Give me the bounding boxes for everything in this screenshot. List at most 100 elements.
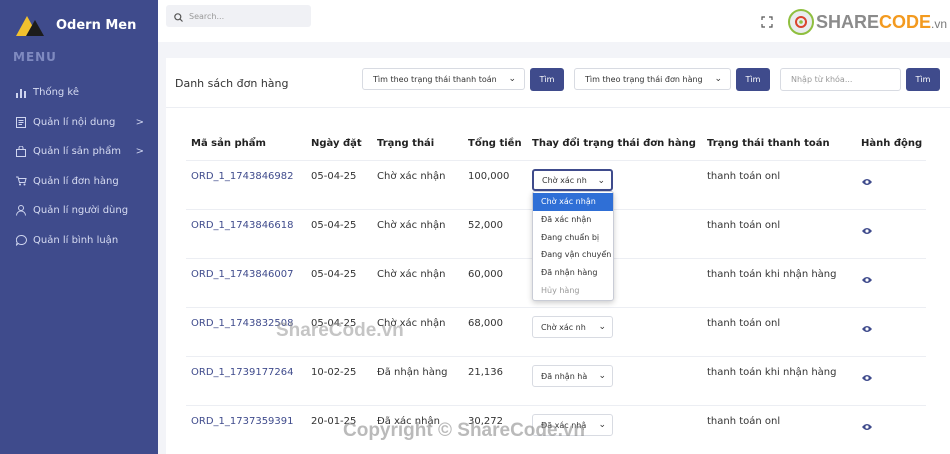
order-date: 05-04-25 xyxy=(311,171,357,182)
order-status: Chờ xác nhận xyxy=(377,318,446,329)
fullscreen-icon[interactable] xyxy=(761,13,773,28)
sharecode-logo-icon xyxy=(788,9,814,35)
sidebar-item-statistics[interactable]: Thống kê xyxy=(0,78,158,108)
order-status-select-value: Chờ xác nh xyxy=(541,322,586,332)
order-date: 05-04-25 xyxy=(311,318,357,329)
payment-status: thanh toán onl xyxy=(707,220,781,231)
cart-icon xyxy=(15,175,27,187)
order-status-filter[interactable]: Tìm theo trạng thái đơn hàng ⌄ xyxy=(574,68,731,90)
order-date: 05-04-25 xyxy=(311,220,357,231)
brand-name: Odern Men xyxy=(56,17,137,33)
sidebar-item-orders[interactable]: Quản lí đơn hàng xyxy=(0,167,158,197)
page-title: Danh sách đơn hàng xyxy=(175,77,289,90)
order-code-link[interactable]: ORD_1_1743846982 xyxy=(191,171,294,182)
sidebar-item-label: Thống kê xyxy=(33,87,80,99)
card-header: Danh sách đơn hàng Tìm theo trạng thái t… xyxy=(166,58,950,108)
brand[interactable]: Odern Men xyxy=(14,12,136,38)
column-header: Tổng tiền xyxy=(468,138,522,149)
dropdown-option: Hủy hàng xyxy=(541,285,580,295)
view-eye-icon[interactable] xyxy=(862,416,872,430)
order-date: 20-01-25 xyxy=(311,416,357,427)
dropdown-option[interactable]: Chờ xác nhận xyxy=(533,193,613,211)
sidebar-item-label: Quản lí đơn hàng xyxy=(33,175,119,187)
orders-card: Danh sách đơn hàng Tìm theo trạng thái t… xyxy=(166,58,950,454)
view-eye-icon[interactable] xyxy=(862,367,872,381)
order-total: 52,000 xyxy=(468,220,503,231)
sharecode-watermark-logo: SHARECODE.vn xyxy=(788,8,947,36)
chevron-right-icon: > xyxy=(135,146,144,157)
watermark-share: SHARE xyxy=(816,11,880,32)
chevron-down-icon: ⌄ xyxy=(595,322,606,332)
sidebar: Odern Men MENU Thống kê Quản lí nội dung… xyxy=(0,0,158,454)
chevron-down-icon: ⌄ xyxy=(714,74,722,84)
payment-status: thanh toán onl xyxy=(707,171,781,182)
column-header: Thay đổi trạng thái đơn hàng xyxy=(532,138,696,149)
payment-status: thanh toán onl xyxy=(707,416,781,427)
topbar: SHARECODE.vn xyxy=(158,0,950,42)
sidebar-item-comments[interactable]: Quản lí bình luận xyxy=(0,226,158,256)
watermark-vn: .vn xyxy=(931,16,948,31)
order-total: 68,000 xyxy=(468,318,503,329)
sidebar-item-products[interactable]: Quản lí sản phẩm > xyxy=(0,137,158,167)
dropdown-option[interactable]: Đang vận chuyển xyxy=(533,246,613,264)
order-status-select[interactable]: Đã nhận hà ⌄ xyxy=(532,365,613,387)
order-total: 21,136 xyxy=(468,367,503,378)
table-row: ORD_1_1743832508 05-04-25 Chờ xác nhận 6… xyxy=(186,307,926,356)
chevron-down-icon: ⌄ xyxy=(595,420,606,430)
order-code-link[interactable]: ORD_1_1737359391 xyxy=(191,416,294,427)
search-box[interactable] xyxy=(166,5,311,27)
order-total: 100,000 xyxy=(468,171,510,182)
brand-logo-icon xyxy=(14,12,48,38)
payment-status: thanh toán khi nhận hàng xyxy=(707,269,837,280)
order-status-select[interactable]: Đã xác nhậ ⌄ xyxy=(532,414,613,436)
sidebar-nav: Thống kê Quản lí nội dung > Quản lí sản … xyxy=(0,78,158,255)
table-header: Mã sản phẩm Ngày đặt Trạng thái Tổng tiề… xyxy=(186,138,926,160)
order-code-link[interactable]: ORD_1_1743832508 xyxy=(191,318,294,329)
sidebar-item-label: Quản lí nội dung xyxy=(33,116,116,128)
keyword-input[interactable] xyxy=(780,68,901,91)
order-status-select[interactable]: Chờ xác nh ⌄ xyxy=(532,316,613,338)
order-total: 30,272 xyxy=(468,416,503,427)
menu-title: MENU xyxy=(13,50,57,64)
dropdown-option[interactable]: Đã nhận hàng xyxy=(533,264,613,282)
order-status-filter-label: Tìm theo trạng thái đơn hàng xyxy=(585,74,703,84)
order-status-select-value: Đã nhận hà xyxy=(541,371,588,381)
view-eye-icon[interactable] xyxy=(862,171,872,185)
table-row: ORD_1_1737359391 20-01-25 Đã xác nhận 30… xyxy=(186,405,926,454)
payment-status-filter[interactable]: Tìm theo trạng thái thanh toán ⌄ xyxy=(362,68,525,90)
column-header: Trạng thái thanh toán xyxy=(707,138,830,149)
dropdown-option[interactable]: Đang chuẩn bị xyxy=(533,228,613,246)
view-eye-icon[interactable] xyxy=(862,318,872,332)
bag-icon xyxy=(15,146,27,158)
order-code-link[interactable]: ORD_1_1743846007 xyxy=(191,269,294,280)
search-payment-button[interactable]: Tìm xyxy=(530,68,564,91)
payment-status-filter-label: Tìm theo trạng thái thanh toán xyxy=(373,74,497,84)
watermark-code: CODE xyxy=(879,11,932,32)
search-icon xyxy=(174,7,183,26)
view-eye-icon[interactable] xyxy=(862,269,872,283)
search-order-button[interactable]: Tìm xyxy=(736,68,770,91)
search-input[interactable] xyxy=(189,11,299,21)
order-total: 60,000 xyxy=(468,269,503,280)
chevron-down-icon: ⌄ xyxy=(594,176,605,186)
order-status: Đã xác nhận xyxy=(377,416,440,427)
bar-chart-icon xyxy=(15,87,27,99)
view-eye-icon[interactable] xyxy=(862,220,872,234)
order-status: Chờ xác nhận xyxy=(377,171,446,182)
order-status-dropdown: Chờ xác nhận Đã xác nhận Đang chuẩn bị Đ… xyxy=(532,191,614,302)
search-keyword-button[interactable]: Tìm xyxy=(906,68,940,91)
order-code-link[interactable]: ORD_1_1739177264 xyxy=(191,367,294,378)
order-status-select[interactable]: Chờ xác nh ⌄ xyxy=(532,169,613,191)
order-code-link[interactable]: ORD_1_1743846618 xyxy=(191,220,294,231)
order-status-select-value: Đã xác nhậ xyxy=(541,420,587,430)
order-status: Đã nhận hàng xyxy=(377,367,448,378)
order-date: 05-04-25 xyxy=(311,269,357,280)
column-header: Hành động xyxy=(861,138,923,149)
sidebar-item-content[interactable]: Quản lí nội dung > xyxy=(0,108,158,138)
chevron-down-icon: ⌄ xyxy=(595,371,606,381)
column-header: Ngày đặt xyxy=(311,138,362,149)
sidebar-item-label: Quản lí sản phẩm xyxy=(33,146,121,158)
dropdown-option[interactable]: Đã xác nhận xyxy=(533,211,613,229)
sidebar-item-users[interactable]: Quản lí người dùng xyxy=(0,196,158,226)
document-icon xyxy=(15,116,27,128)
